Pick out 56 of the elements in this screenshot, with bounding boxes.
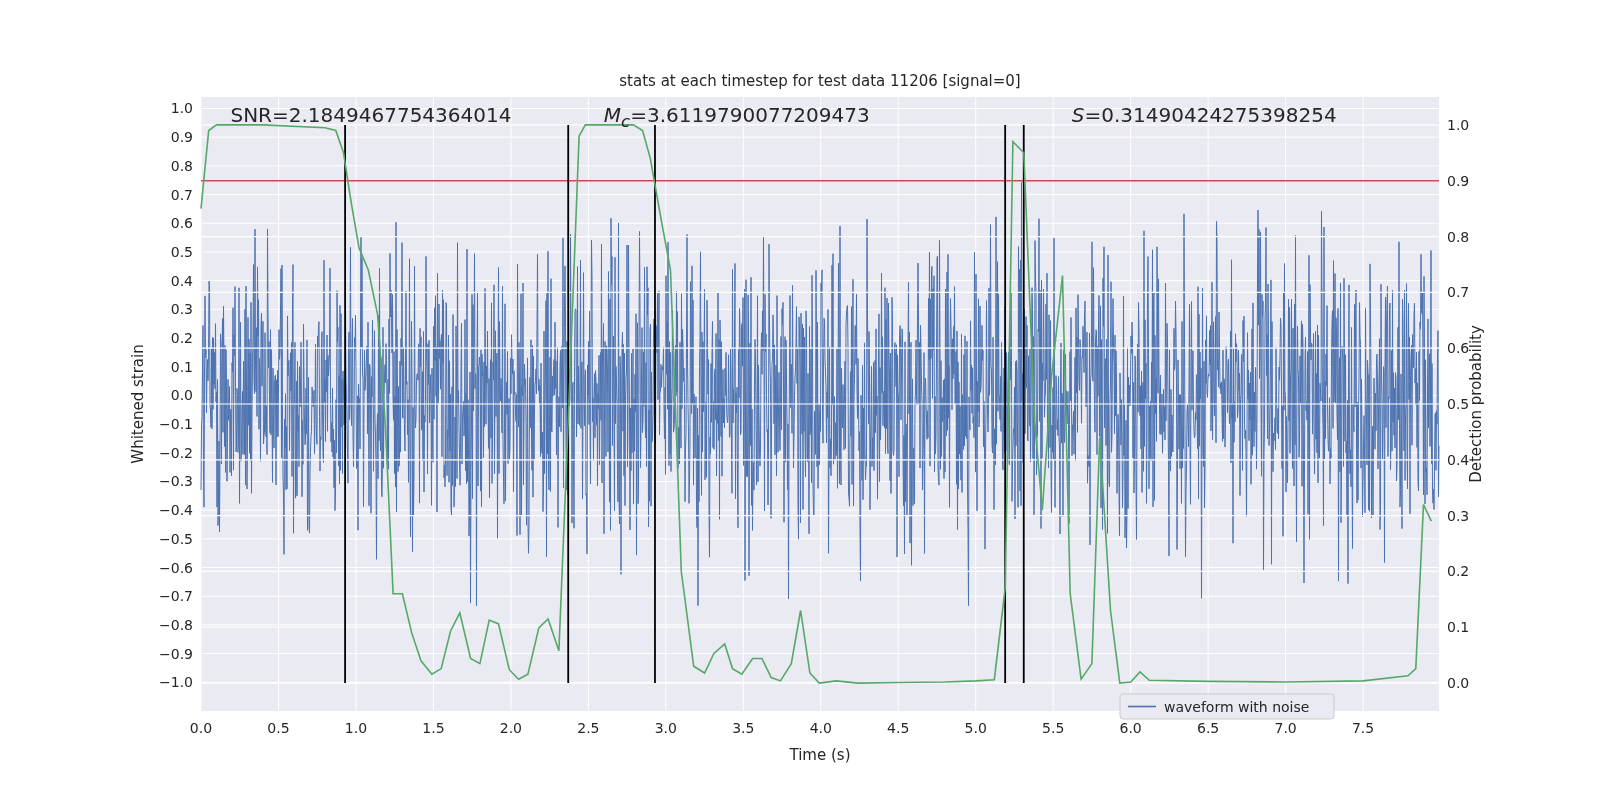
tick-label: 0.1 <box>1447 619 1470 636</box>
tick-label: 7.0 <box>1274 720 1297 736</box>
tick-label: 1.0 <box>344 720 368 736</box>
tick-label: −0.1 <box>159 416 193 433</box>
tick-label: −0.6 <box>159 559 193 576</box>
tick-label: 0.7 <box>170 186 193 203</box>
tick-label: 0.9 <box>170 129 193 146</box>
tick-label: 7.5 <box>1351 720 1375 736</box>
tick-label: −1.0 <box>159 674 193 691</box>
tick-label: 0.5 <box>170 243 193 260</box>
tick-label: −0.7 <box>159 588 193 605</box>
tick-label: 0.2 <box>1447 563 1470 580</box>
axis-label: Detection probability <box>1467 325 1485 483</box>
tick-label: 0.8 <box>1447 228 1470 245</box>
legend-label: waveform with noise <box>1164 699 1310 715</box>
tick-label: 4.0 <box>809 720 832 736</box>
tick-label: 0.7 <box>1447 284 1470 301</box>
tick-label: −0.4 <box>159 502 193 519</box>
tick-label: −0.3 <box>159 473 193 490</box>
tick-label: 1.5 <box>422 720 445 736</box>
annotation-text: SNR=2.1849467754364014 <box>230 102 512 127</box>
tick-label: 0.3 <box>1447 507 1470 524</box>
tick-label: 2.5 <box>577 720 600 736</box>
tick-label: 1.0 <box>1447 116 1470 133</box>
tick-label: 0.4 <box>1447 451 1470 468</box>
tick-label: 3.0 <box>654 720 677 736</box>
tick-label: 0.5 <box>1447 396 1470 412</box>
tick-label: 5.5 <box>1042 720 1065 736</box>
tick-label: −0.9 <box>159 645 193 662</box>
legend-swatch <box>1127 705 1157 708</box>
tick-label: 5.0 <box>964 720 987 736</box>
tick-label: −0.2 <box>159 444 193 461</box>
tick-label: 1.0 <box>170 100 193 117</box>
tick-label: 0.8 <box>170 157 193 174</box>
axis-label: Time (s) <box>789 746 851 764</box>
tick-label: −0.8 <box>159 616 193 633</box>
tick-label: 0.0 <box>1447 675 1470 692</box>
tick-label: −0.5 <box>159 530 193 547</box>
tick-label: 0.0 <box>170 387 193 404</box>
tick-label: 0.6 <box>1447 340 1470 357</box>
chart-title: stats at each timestep for test data 11206 [signal=0] <box>619 72 1021 90</box>
tick-label: 0.2 <box>170 330 193 346</box>
tick-label: 0.0 <box>189 720 213 736</box>
tick-label: 0.5 <box>267 720 290 736</box>
tick-label: 0.4 <box>170 272 193 289</box>
tick-label: 0.3 <box>170 301 193 318</box>
tick-label: 0.9 <box>1447 172 1470 189</box>
tick-label: 4.5 <box>887 720 910 736</box>
annotation-text: S=0.31490424275398254 <box>1071 102 1337 127</box>
tick-label: 2.0 <box>499 720 522 736</box>
tick-label: 0.6 <box>170 215 193 232</box>
tick-label: 6.0 <box>1119 720 1142 736</box>
axis-label: Whitened strain <box>129 344 147 464</box>
tick-label: 3.5 <box>732 720 755 736</box>
tick-label: 6.5 <box>1197 720 1220 736</box>
tick-label: 0.1 <box>170 358 193 375</box>
